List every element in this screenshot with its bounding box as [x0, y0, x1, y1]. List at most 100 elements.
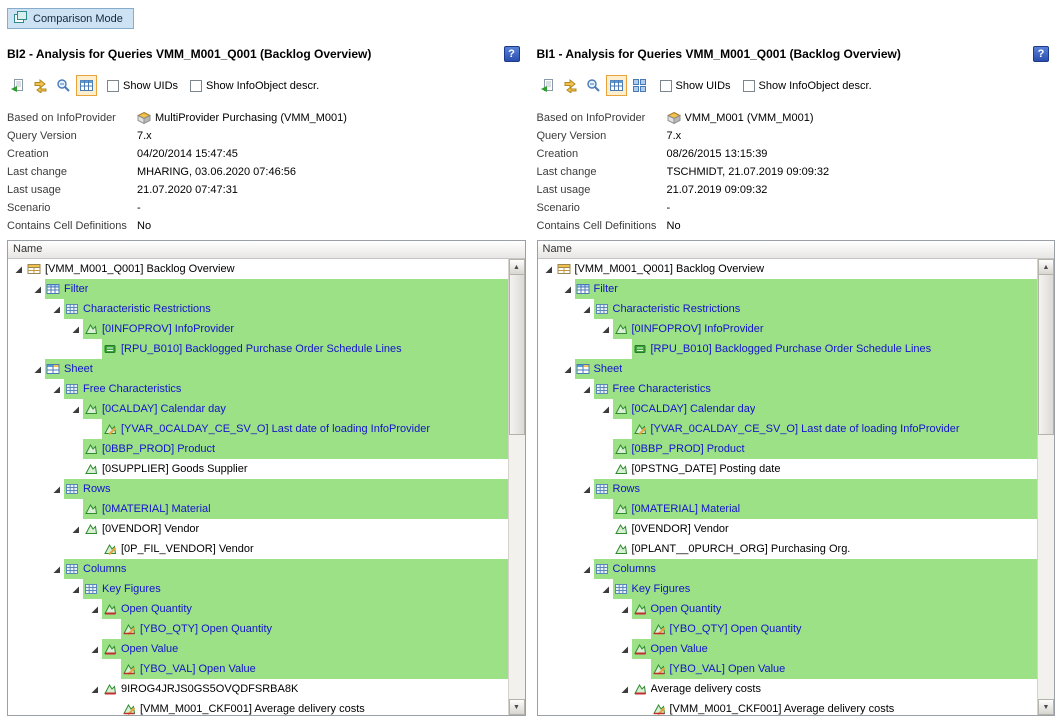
tree-node[interactable]: [0CALDAY] Calendar day	[538, 399, 1038, 419]
tree-node[interactable]: [0P_FIL_VENDOR] Vendor	[8, 539, 508, 559]
tree-node[interactable]: [0BBP_PROD] Product	[538, 439, 1038, 459]
expand-arrow-icon[interactable]	[582, 379, 594, 399]
expand-arrow-icon[interactable]	[601, 319, 613, 339]
vertical-scrollbar[interactable]: ▲ ▼	[1037, 259, 1054, 715]
expand-arrow-icon[interactable]	[52, 379, 64, 399]
table-view-icon[interactable]	[76, 75, 97, 96]
tree-node[interactable]: Open Quantity	[538, 599, 1038, 619]
scroll-down-icon[interactable]: ▼	[1038, 699, 1054, 715]
tree-node[interactable]: Key Figures	[538, 579, 1038, 599]
tree-node[interactable]: 9IROG4JRJS0GS5OVQDFSRBA8K	[8, 679, 508, 699]
show-infoobject-descr-checkbox[interactable]: Show InfoObject descr.	[190, 80, 319, 92]
expand-arrow-icon[interactable]	[620, 599, 632, 619]
tree-node[interactable]: [0MATERIAL] Material	[8, 499, 508, 519]
tree-node[interactable]: [RPU_B010] Backlogged Purchase Order Sch…	[538, 339, 1038, 359]
expand-arrow-icon[interactable]	[582, 559, 594, 579]
tree-node[interactable]: Key Figures	[8, 579, 508, 599]
tree-node[interactable]: Filter	[8, 279, 508, 299]
tree-node[interactable]: [0MATERIAL] Material	[538, 499, 1038, 519]
expand-arrow-icon[interactable]	[620, 639, 632, 659]
tree-node[interactable]: Free Characteristics	[538, 379, 1038, 399]
tree-node[interactable]: Average delivery costs	[538, 679, 1038, 699]
tree-node[interactable]: Rows	[538, 479, 1038, 499]
expand-arrow-icon[interactable]	[52, 479, 64, 499]
open-query-icon[interactable]	[537, 75, 558, 96]
help-icon[interactable]: ?	[504, 46, 520, 62]
show-infoobject-descr-checkbox[interactable]: Show InfoObject descr.	[743, 80, 872, 92]
expand-arrow-icon[interactable]	[544, 259, 556, 279]
scroll-down-icon[interactable]: ▼	[509, 699, 525, 715]
tree-node[interactable]: [YBO_QTY] Open Quantity	[8, 619, 508, 639]
tree-node[interactable]: Rows	[8, 479, 508, 499]
help-icon[interactable]: ?	[1033, 46, 1049, 62]
expand-arrow-icon[interactable]	[52, 299, 64, 319]
tree-node[interactable]: [YBO_QTY] Open Quantity	[538, 619, 1038, 639]
tree-node[interactable]: [YVAR_0CALDAY_CE_SV_O] Last date of load…	[8, 419, 508, 439]
tree-node[interactable]: Sheet	[8, 359, 508, 379]
tree-node[interactable]: [0SUPPLIER] Goods Supplier	[8, 459, 508, 479]
tree-node[interactable]: Open Quantity	[8, 599, 508, 619]
tree-node[interactable]: [0VENDOR] Vendor	[538, 519, 1038, 539]
tree-node[interactable]: [VMM_M001_Q001] Backlog Overview	[8, 259, 508, 279]
tree-node[interactable]: [0PLANT__0PURCH_ORG] Purchasing Org.	[538, 539, 1038, 559]
expand-arrow-icon[interactable]	[563, 359, 575, 379]
tree-node[interactable]: [YVAR_0CALDAY_CE_SV_O] Last date of load…	[538, 419, 1038, 439]
tree-node[interactable]: [0INFOPROV] InfoProvider	[538, 319, 1038, 339]
show-uids-checkbox[interactable]: Show UIDs	[660, 80, 731, 92]
tree-node[interactable]: Filter	[538, 279, 1038, 299]
expand-arrow-icon[interactable]	[52, 559, 64, 579]
expand-arrow-icon[interactable]	[71, 319, 83, 339]
expand-arrow-icon[interactable]	[601, 399, 613, 419]
tree-node[interactable]: Columns	[538, 559, 1038, 579]
expand-arrow-icon[interactable]	[620, 679, 632, 699]
scroll-thumb[interactable]	[1038, 275, 1054, 435]
tree-node[interactable]: [0CALDAY] Calendar day	[8, 399, 508, 419]
scroll-thumb[interactable]	[509, 275, 525, 435]
show-uids-checkbox[interactable]: Show UIDs	[107, 80, 178, 92]
tree-node[interactable]: Characteristic Restrictions	[8, 299, 508, 319]
tree-node[interactable]: Open Value	[538, 639, 1038, 659]
tree-node[interactable]: Columns	[8, 559, 508, 579]
comparison-mode-button[interactable]: Comparison Mode	[7, 8, 134, 29]
table-view-icon[interactable]	[606, 75, 627, 96]
checkbox-box[interactable]	[743, 80, 755, 92]
checkbox-box[interactable]	[107, 80, 119, 92]
expand-arrow-icon[interactable]	[582, 299, 594, 319]
tree-node[interactable]: [YBO_VAL] Open Value	[538, 659, 1038, 679]
expand-arrow-icon[interactable]	[71, 519, 83, 539]
grid-view-icon[interactable]	[629, 75, 650, 96]
checkbox-box[interactable]	[190, 80, 202, 92]
expand-arrow-icon[interactable]	[601, 579, 613, 599]
open-query-icon[interactable]	[7, 75, 28, 96]
tree-node[interactable]: [0BBP_PROD] Product	[8, 439, 508, 459]
tree-node[interactable]: [0PSTNG_DATE] Posting date	[538, 459, 1038, 479]
tree-node[interactable]: Characteristic Restrictions	[538, 299, 1038, 319]
scroll-up-icon[interactable]: ▲	[1038, 259, 1054, 275]
tree-node[interactable]: Free Characteristics	[8, 379, 508, 399]
expand-arrow-icon[interactable]	[14, 259, 26, 279]
tree-node[interactable]: [RPU_B010] Backlogged Purchase Order Sch…	[8, 339, 508, 359]
tree-node[interactable]: [0INFOPROV] InfoProvider	[8, 319, 508, 339]
tree-node[interactable]: Sheet	[538, 359, 1038, 379]
vertical-scrollbar[interactable]: ▲ ▼	[508, 259, 525, 715]
tree-node[interactable]: [VMM_M001_CKF001] Average delivery costs	[8, 699, 508, 715]
transfer-icon[interactable]	[560, 75, 581, 96]
zoom-icon[interactable]	[53, 75, 74, 96]
tree-node[interactable]: [VMM_M001_Q001] Backlog Overview	[538, 259, 1038, 279]
expand-arrow-icon[interactable]	[563, 279, 575, 299]
expand-arrow-icon[interactable]	[90, 599, 102, 619]
tree-node[interactable]: Open Value	[8, 639, 508, 659]
scroll-up-icon[interactable]: ▲	[509, 259, 525, 275]
expand-arrow-icon[interactable]	[71, 579, 83, 599]
expand-arrow-icon[interactable]	[582, 479, 594, 499]
scroll-track[interactable]	[509, 435, 525, 699]
tree-node[interactable]: [0VENDOR] Vendor	[8, 519, 508, 539]
expand-arrow-icon[interactable]	[90, 679, 102, 699]
expand-arrow-icon[interactable]	[33, 279, 45, 299]
expand-arrow-icon[interactable]	[71, 399, 83, 419]
scroll-track[interactable]	[1038, 435, 1054, 699]
tree-node[interactable]: [YBO_VAL] Open Value	[8, 659, 508, 679]
checkbox-box[interactable]	[660, 80, 672, 92]
expand-arrow-icon[interactable]	[90, 639, 102, 659]
zoom-icon[interactable]	[583, 75, 604, 96]
